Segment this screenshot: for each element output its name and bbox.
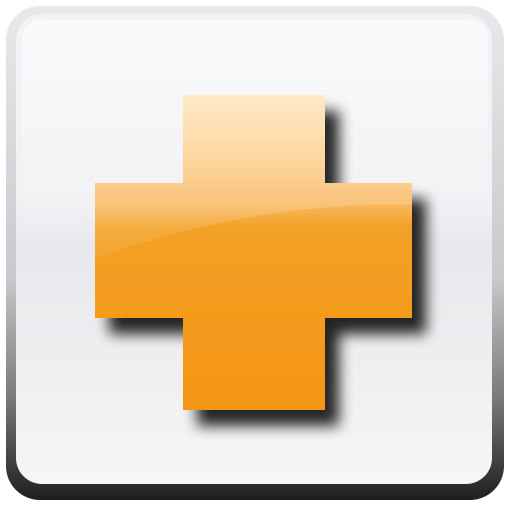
icon-stage xyxy=(0,0,512,512)
plus-icon-button[interactable] xyxy=(0,0,512,512)
